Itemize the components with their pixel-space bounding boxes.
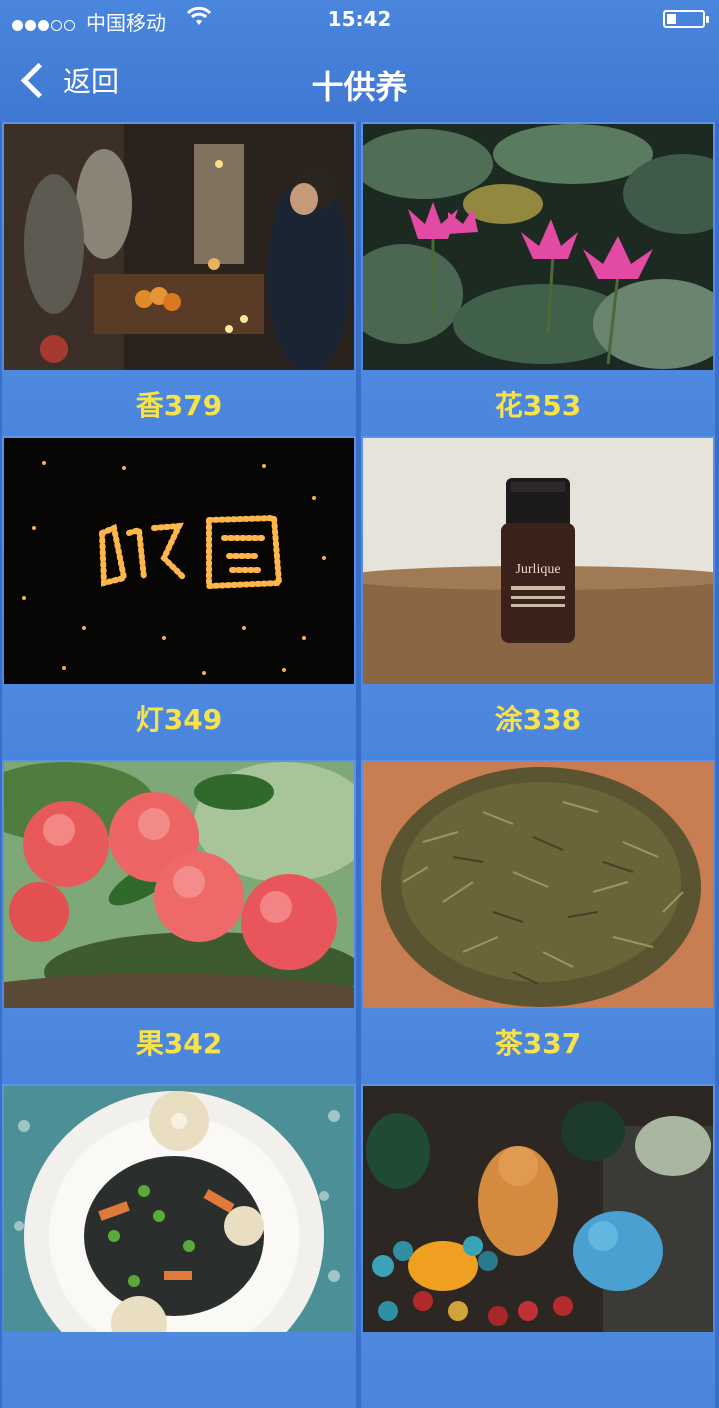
jade-ornaments-photo [363,1086,713,1332]
offering-label: 花353 [494,389,582,422]
offering-label: 涂338 [494,703,582,736]
offering-item-lamp[interactable]: 灯349 [2,436,356,760]
nav-bar: 返回 十供养 [0,44,719,118]
offering-item-flower[interactable]: 花353 [361,122,715,446]
lotus-photo [363,124,713,370]
peaches-photo [4,762,354,1008]
page-title: 十供养 [311,68,408,106]
offering-item-ointment[interactable]: Jurlique 涂338 [361,436,715,760]
offering-item-fruit[interactable]: 果342 [2,760,356,1084]
offering-item-food[interactable] [2,1084,356,1408]
offering-label: 灯349 [135,703,223,736]
incense-altar-photo [4,124,354,370]
offering-label [361,1332,715,1404]
offering-item-incense[interactable]: 香379 [2,122,356,446]
oil-bottle-photo: Jurlique [363,438,713,684]
tea-leaves-photo [363,762,713,1008]
offering-label: 果342 [135,1027,223,1060]
status-time: 15:42 [327,7,392,31]
header: 中国移动 15:42 返回 十供养 [0,0,719,122]
offering-label [2,1332,356,1404]
bottle-brand-text: Jurlique [515,562,560,577]
battery-icon [663,10,709,28]
status-bar: 中国移动 15:42 [0,0,719,40]
candle-lights-photo [4,438,354,684]
offering-item-tea[interactable]: 茶337 [361,760,715,1084]
offering-label: 茶337 [494,1027,582,1060]
offering-label: 香379 [135,389,223,422]
offering-item-treasure[interactable] [361,1084,715,1408]
vegetable-dish-photo [4,1086,354,1332]
